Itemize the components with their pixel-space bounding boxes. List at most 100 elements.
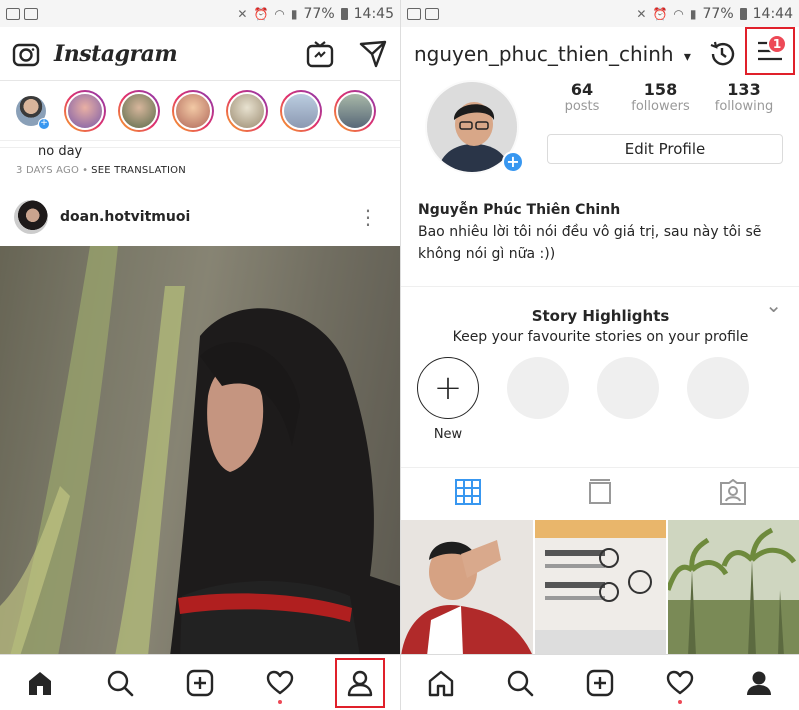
profile-bio-section: Nguyễn Phúc Thiên Chinh Bao nhiêu lời tô… (418, 202, 788, 265)
post-thumbnail-art (534, 520, 667, 656)
grid-post-thumbnail[interactable] (668, 520, 799, 656)
profile-icon-filled (747, 671, 772, 695)
post-thumbnail-art (668, 520, 799, 656)
stat-following[interactable]: 133 following (704, 80, 784, 114)
gallery-notification-icon (407, 7, 421, 20)
post-more-options-icon[interactable]: ⋮ (358, 205, 378, 229)
post-photo[interactable] (0, 246, 400, 656)
camera-icon[interactable] (12, 41, 40, 71)
new-highlight[interactable]: + New (417, 357, 479, 442)
profile-full-name: Nguyễn Phúc Thiên Chinh (418, 202, 621, 218)
home-icon (428, 670, 453, 696)
account-username-switcher[interactable]: nguyen_phuc_thien_chinh ▾ (414, 42, 691, 66)
plus-icon: + (417, 357, 479, 419)
post-photo-art (0, 246, 400, 656)
post-author-avatar[interactable] (14, 200, 48, 234)
notification-badge: 1 (767, 34, 787, 54)
add-story-icon: + (38, 117, 50, 130)
profile-icon (347, 670, 373, 696)
clock: 14:45 (353, 5, 394, 22)
archive-history-icon[interactable] (707, 39, 737, 73)
story-item[interactable] (334, 89, 376, 132)
new-highlight-label: New (433, 427, 463, 442)
feed-view-icon (588, 479, 611, 504)
your-story-avatar[interactable]: + (16, 95, 50, 130)
image-notification-icon (425, 7, 439, 20)
heart-icon (266, 670, 294, 694)
profile-username: nguyen_phuc_thien_chinh (414, 42, 674, 66)
highlights-row: + New (401, 357, 799, 442)
post-timestamp: 3 DAYS AGO (16, 165, 80, 176)
add-story-icon[interactable]: + (502, 151, 524, 173)
collapse-chevron-icon[interactable]: ⌄ (765, 293, 782, 317)
profile-content-tabs (401, 470, 799, 518)
feed-header: Instagram (0, 27, 400, 81)
edit-profile-button[interactable]: Edit Profile (547, 134, 783, 164)
stat-followers[interactable]: 158 followers (621, 80, 701, 114)
grid-icon (454, 479, 481, 505)
post-thumbnail-art (401, 520, 533, 656)
stat-value: 158 (643, 80, 678, 99)
previous-post-caption: no day (38, 144, 83, 159)
chevron-down-icon: ▾ (683, 49, 691, 65)
signal-icon: ▮ (689, 6, 697, 21)
profile-stats: 64 posts 158 followers 133 following (547, 80, 784, 114)
story-item[interactable] (118, 89, 160, 132)
tagged-photos-icon (719, 478, 746, 505)
grid-post-thumbnail[interactable] (401, 520, 533, 656)
nav-activity[interactable] (255, 658, 305, 708)
heart-icon (666, 670, 693, 694)
tab-tagged[interactable] (719, 478, 747, 509)
highlight-placeholder (507, 357, 569, 419)
mute-icon: ✕ (237, 6, 248, 21)
previous-post-footer: no day 3 DAYS AGO • SEE TRANSLATION (0, 140, 400, 182)
highlight-placeholder (687, 357, 749, 419)
story-highlights-section: Story Highlights ⌄ Keep your favourite s… (401, 286, 799, 468)
see-translation-link[interactable]: SEE TRANSLATION (91, 165, 186, 176)
feed-screen: ✕ ⏰ ◠ ▮ 77% 14:45 Instagram + no day 3 D… (0, 0, 400, 710)
activity-notification-dot (278, 699, 282, 704)
stat-label: posts (564, 99, 600, 114)
stories-tray: + (0, 81, 400, 141)
alarm-icon: ⏰ (253, 6, 269, 21)
grid-post-thumbnail[interactable] (534, 520, 667, 656)
nav-profile[interactable] (734, 658, 784, 708)
status-bar: ✕ ⏰ ◠ ▮ 77% 14:44 (401, 0, 799, 27)
bottom-nav (0, 654, 400, 710)
nav-new-post[interactable] (575, 658, 625, 708)
direct-message-icon[interactable] (358, 39, 388, 73)
stat-value: 64 (570, 80, 594, 99)
story-item[interactable] (280, 89, 322, 132)
nav-home[interactable] (416, 658, 466, 708)
nav-home[interactable] (15, 658, 65, 708)
profile-screen: ✕ ⏰ ◠ ▮ 77% 14:44 nguyen_phuc_thien_chin… (400, 0, 799, 710)
igtv-icon[interactable] (306, 40, 334, 72)
stat-posts[interactable]: 64 posts (547, 80, 617, 114)
tab-grid[interactable] (454, 479, 481, 509)
bottom-nav (401, 654, 799, 710)
stat-label: followers (631, 99, 690, 114)
profile-bio: Bao nhiêu lời tôi nói đều vô giá trị, sa… (418, 224, 762, 262)
post-header: doan.hotvitmuoi ⋮ (0, 192, 400, 242)
add-post-icon (186, 669, 214, 696)
story-item[interactable] (226, 89, 268, 132)
profile-header: nguyen_phuc_thien_chinh ▾ 1 (401, 27, 799, 81)
search-icon (508, 670, 534, 696)
tab-feed-view[interactable] (588, 479, 612, 509)
wifi-icon: ◠ (673, 6, 684, 21)
story-item[interactable] (172, 89, 214, 132)
post-username[interactable]: doan.hotvitmuoi (60, 209, 190, 225)
nav-profile[interactable] (335, 657, 385, 708)
menu-button[interactable]: 1 (745, 27, 795, 75)
nav-search[interactable] (95, 658, 145, 708)
battery-percent: 77% (702, 5, 734, 22)
nav-activity[interactable] (655, 658, 705, 708)
alarm-icon: ⏰ (652, 6, 668, 21)
instagram-logo: Instagram (54, 41, 178, 67)
meta-separator: • (82, 165, 89, 176)
nav-new-post[interactable] (175, 658, 225, 708)
highlights-subtitle: Keep your favourite stories on your prof… (452, 329, 749, 345)
story-item[interactable] (64, 89, 106, 132)
stat-label: following (714, 99, 774, 114)
nav-search[interactable] (495, 658, 545, 708)
